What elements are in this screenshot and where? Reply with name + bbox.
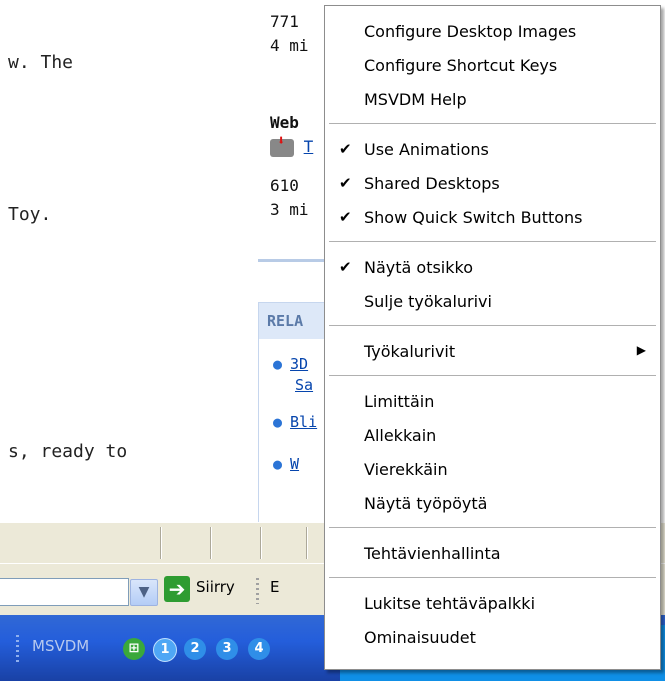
menu-item[interactable]: Lukitse tehtäväpalkki	[325, 587, 660, 621]
related-link[interactable]: W	[290, 455, 299, 473]
menu-item-label: Configure Shortcut Keys	[364, 56, 558, 75]
grid-icon: ⊞	[128, 641, 140, 656]
status-cell-divider	[210, 527, 212, 559]
menu-item[interactable]: Allekkain	[325, 419, 660, 453]
menu-separator	[329, 375, 656, 376]
menu-item-label: Näytä työpöytä	[364, 494, 488, 513]
menu-item[interactable]: Sulje työkalurivi	[325, 285, 660, 319]
menu-item[interactable]: Tehtävienhallinta	[325, 537, 660, 571]
menu-item-label: Ominaisuudet	[364, 628, 476, 647]
menu-item[interactable]: Näytä työpöytä	[325, 487, 660, 521]
download-icon: ⬇	[270, 133, 294, 157]
menu-item-label: MSVDM Help	[364, 90, 467, 109]
menu-item[interactable]: ✔ Shared Desktops	[325, 167, 660, 201]
menu-separator	[329, 577, 656, 578]
page-text-line: w. The	[8, 52, 74, 73]
menu-item-label: Shared Desktops	[364, 174, 500, 193]
menu-item-label: Use Animations	[364, 140, 489, 159]
related-item[interactable]: Sa	[295, 376, 313, 394]
menu-item-label: Työkalurivit	[364, 342, 456, 361]
checkmark-icon: ✔	[339, 174, 352, 192]
links-toolbar-text[interactable]: E	[270, 578, 279, 596]
menu-item[interactable]: ✔ Use Animations	[325, 133, 660, 167]
menu-item-label: Sulje työkalurivi	[364, 292, 492, 311]
menu-item[interactable]: Configure Shortcut Keys	[325, 49, 660, 83]
context-menu: Configure Desktop Images Configure Shortc…	[324, 5, 661, 670]
page-stat-text: 4 mi	[270, 36, 309, 55]
related-item[interactable]: ● Bli	[273, 413, 317, 431]
desktop-overview-button[interactable]: ⊞	[123, 638, 145, 660]
submenu-arrow-icon: ▶	[636, 343, 646, 357]
menu-item-label: Vierekkäin	[364, 460, 448, 479]
menu-item[interactable]: MSVDM Help	[325, 83, 660, 117]
download-link-row[interactable]: ⬇ T	[270, 133, 314, 157]
chevron-down-icon: ▼	[138, 584, 150, 600]
menu-separator	[329, 241, 656, 242]
checkmark-icon: ✔	[339, 140, 352, 158]
page-stat-text: 771	[270, 12, 299, 31]
related-link[interactable]: Sa	[295, 376, 313, 394]
related-item[interactable]: ● 3D	[273, 355, 308, 373]
arrow-right-icon: ➔	[168, 577, 186, 601]
related-link[interactable]: Bli	[290, 413, 317, 431]
address-input[interactable]	[0, 578, 129, 606]
go-label[interactable]: Siirry	[196, 578, 235, 596]
page-stat-text: 3 mi	[270, 200, 309, 219]
menu-item-label: Tehtävienhallinta	[364, 544, 501, 563]
page-section-heading: Web	[270, 113, 299, 132]
menu-item[interactable]: Vierekkäin	[325, 453, 660, 487]
page-text-line: Toy.	[8, 204, 52, 225]
menu-item[interactable]: Ominaisuudet	[325, 621, 660, 655]
page-stat-text: 610	[270, 176, 299, 195]
go-button[interactable]: ➔	[164, 576, 190, 602]
menu-item-label: Configure Desktop Images	[364, 22, 577, 41]
address-dropdown-button[interactable]: ▼	[130, 579, 158, 606]
menu-item-label: Limittäin	[364, 392, 435, 411]
related-link[interactable]: 3D	[290, 355, 308, 373]
desktop-2-button[interactable]: 2	[184, 638, 206, 660]
menu-item[interactable]: ✔ Show Quick Switch Buttons	[325, 201, 660, 235]
toolbar-grip[interactable]	[16, 635, 19, 663]
checkmark-icon: ✔	[339, 258, 352, 276]
status-cell-divider	[306, 527, 308, 559]
menu-item[interactable]: Työkalurivit ▶	[325, 335, 660, 369]
desktop-1-button[interactable]: 1	[153, 638, 177, 662]
desktop-4-button[interactable]: 4	[248, 638, 270, 660]
menu-item[interactable]: Limittäin	[325, 385, 660, 419]
menu-item-label: Allekkain	[364, 426, 437, 445]
menu-item[interactable]: ✔ Näytä otsikko	[325, 251, 660, 285]
menu-item-label: Näytä otsikko	[364, 258, 473, 277]
related-item[interactable]: ● W	[273, 455, 299, 473]
toolbar-grip[interactable]	[256, 578, 259, 604]
msvdm-toolbar-label: MSVDM	[32, 637, 90, 655]
menu-item[interactable]: Configure Desktop Images	[325, 15, 660, 49]
download-link[interactable]: T	[304, 137, 314, 156]
menu-separator	[329, 123, 656, 124]
menu-separator	[329, 527, 656, 528]
menu-item-label: Show Quick Switch Buttons	[364, 208, 583, 227]
checkmark-icon: ✔	[339, 208, 352, 226]
menu-separator	[329, 325, 656, 326]
status-cell-divider	[260, 527, 262, 559]
desktop-3-button[interactable]: 3	[216, 638, 238, 660]
page-text-line: s, ready to	[8, 441, 128, 462]
status-cell-divider	[160, 527, 162, 559]
menu-item-label: Lukitse tehtäväpalkki	[364, 594, 536, 613]
